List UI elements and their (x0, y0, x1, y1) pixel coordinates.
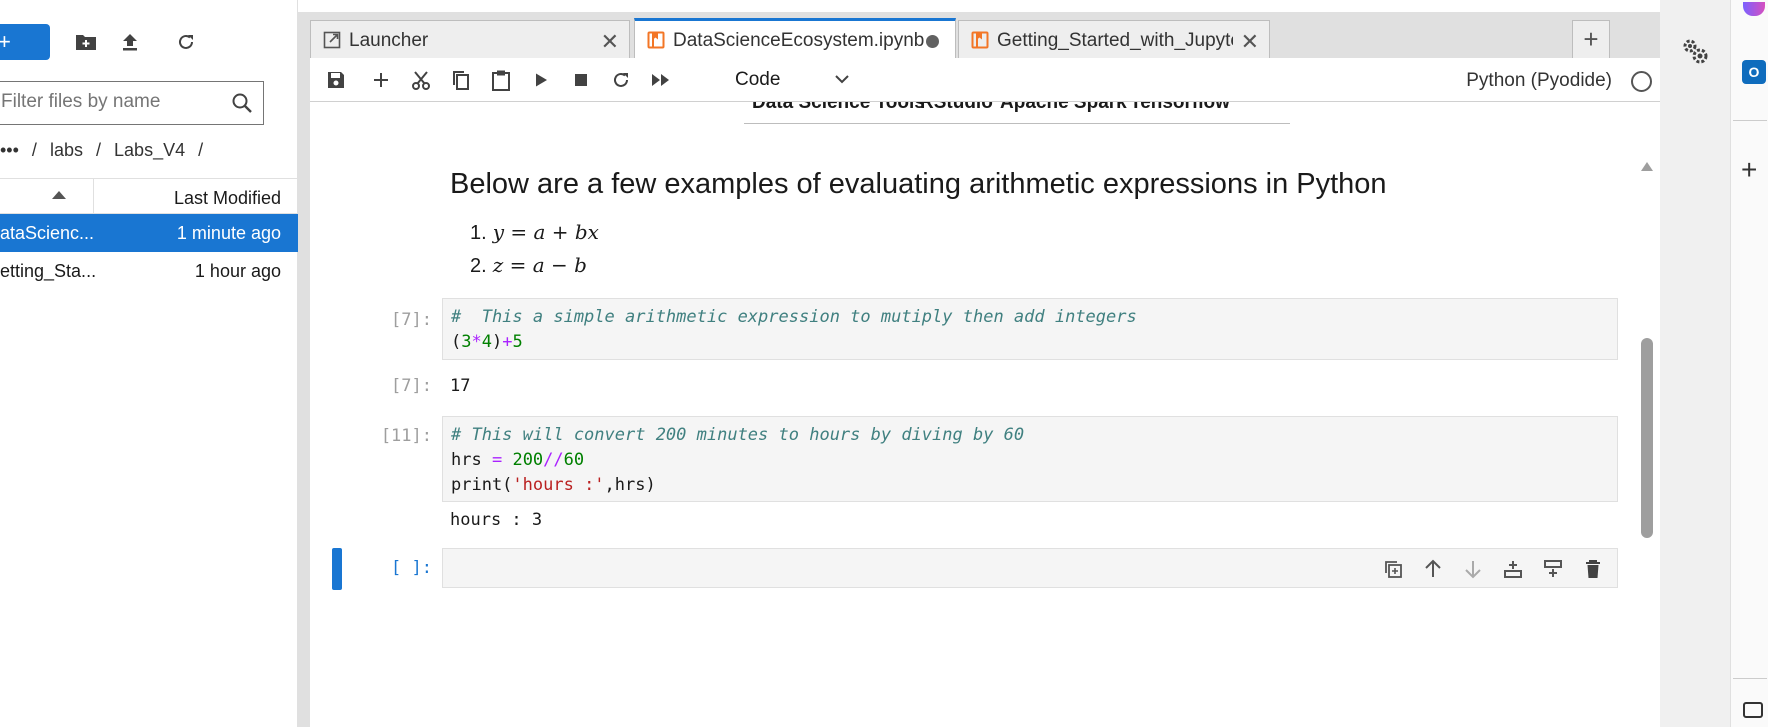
tab-label: Launcher (349, 30, 429, 51)
list-item: 1. y = a + bx (470, 220, 599, 244)
divider (1733, 678, 1767, 679)
code-comment: # This will convert 200 minutes to hours… (451, 425, 1025, 445)
file-browser-toolbar: + (0, 20, 298, 64)
code-cell[interactable]: # This a simple arithmetic expression to… (442, 298, 1618, 360)
paste-icon[interactable] (489, 68, 513, 92)
divider (1733, 120, 1767, 121)
fast-forward-icon[interactable] (649, 68, 673, 92)
output-prompt: [7]: (391, 376, 432, 396)
insert-above-icon[interactable] (1501, 557, 1525, 581)
breadcrumb-separator: / (96, 140, 102, 160)
cut-icon[interactable] (409, 68, 433, 92)
scroll-up-icon[interactable] (1641, 162, 1653, 171)
file-row-getting-started[interactable]: etting_Sta... 1 hour ago (0, 252, 298, 290)
list-item: 2. z = a − b (470, 253, 587, 277)
notebook-content: Data Science Tools RStudio Apache Spark … (310, 102, 1662, 727)
notebook-panel: Code Python (Pyodide) Data Science Tools… (310, 58, 1662, 727)
file-name: etting_Sta... (0, 261, 97, 281)
breadcrumb-separator: / (31, 140, 37, 160)
top-strip (298, 0, 1676, 12)
restart-kernel-icon[interactable] (609, 68, 633, 92)
insert-below-icon[interactable] (1541, 557, 1565, 581)
vertical-scrollbar[interactable] (1640, 162, 1654, 722)
run-icon[interactable] (529, 68, 553, 92)
tab-label: DataScienceEcosystem.ipynb (673, 30, 925, 51)
kernel-name[interactable]: Python (Pyodide) (1466, 70, 1612, 92)
markdown-table-row: Data Science Tools RStudio Apache Spark … (744, 102, 1290, 124)
tab-datascienceecosystem[interactable]: DataScienceEcosystem.ipynb (634, 18, 956, 58)
add-tab-button[interactable]: + (1572, 20, 1610, 58)
breadcrumb-separator: / (198, 140, 204, 160)
code-cell[interactable]: # This will convert 200 minutes to hours… (442, 416, 1618, 502)
input-prompt: [11]: (380, 426, 432, 446)
input-prompt: [7]: (391, 310, 432, 330)
markdown-heading: Below are a few examples of evaluating a… (450, 168, 1387, 200)
new-folder-icon[interactable] (74, 30, 98, 54)
tab-launcher[interactable]: Launcher ✕ (310, 20, 630, 58)
launcher-icon (323, 31, 341, 55)
filter-files-field[interactable] (0, 81, 264, 125)
browser-edge-sidebar: O + (1730, 0, 1768, 727)
unsaved-indicator-icon[interactable] (926, 35, 939, 48)
table-cell: RStudio (920, 102, 993, 113)
sidebar-toggle-icon[interactable] (1743, 702, 1763, 718)
cell-output: 17 (450, 376, 471, 396)
code-comment: # This a simple arithmetic expression to… (451, 307, 1137, 327)
scrollbar-thumb[interactable] (1641, 338, 1653, 538)
close-icon[interactable]: ✕ (601, 29, 619, 55)
empty-code-cell[interactable] (442, 548, 1618, 588)
cell-output: hours : 3 (450, 510, 543, 530)
file-row-datascienceecosystem[interactable]: ataScienc... 1 minute ago (0, 214, 298, 252)
file-name: ataScienc... (0, 223, 95, 243)
markdown-list: 1. y = a + bx 2. z = a − b (470, 220, 599, 286)
copy-icon[interactable] (449, 68, 473, 92)
file-modified: 1 hour ago (194, 261, 281, 281)
add-icon[interactable]: + (1741, 154, 1757, 186)
tab-label: Getting_Started_with_Jupyter (997, 30, 1233, 51)
notebook-toolbar: Code Python (Pyodide) (310, 58, 1662, 102)
column-divider[interactable] (93, 179, 94, 215)
duplicate-cell-icon[interactable] (1381, 557, 1405, 581)
upload-icon[interactable] (118, 30, 142, 54)
filter-files-input[interactable] (1, 82, 221, 122)
save-icon[interactable] (324, 68, 348, 92)
cell-type-select[interactable]: Code (735, 69, 780, 91)
copilot-icon[interactable] (1743, 2, 1765, 16)
cell-toolbar (1381, 557, 1605, 581)
chevron-down-icon[interactable] (834, 72, 850, 90)
insert-cell-icon[interactable] (369, 68, 393, 92)
file-browser: + ••• / labs / Labs_V4 / Last Modified a… (0, 0, 298, 727)
refresh-icon[interactable] (174, 30, 198, 54)
stop-icon[interactable] (569, 68, 593, 92)
kernel-status-icon (1631, 71, 1652, 92)
breadcrumb-labs[interactable]: labs (50, 140, 83, 160)
active-cell-indicator (332, 548, 342, 590)
sort-ascending-icon[interactable] (52, 191, 66, 199)
tab-bar: Launcher ✕ DataScienceEcosystem.ipynb Ge… (310, 18, 1660, 58)
table-cell: Data Science Tools (752, 102, 925, 113)
breadcrumb-labs-v4[interactable]: Labs_V4 (114, 140, 185, 160)
last-modified-column-header[interactable]: Last Modified (174, 188, 281, 209)
notebook-icon (647, 31, 665, 55)
notebook-icon (971, 31, 989, 55)
move-down-icon[interactable] (1461, 557, 1485, 581)
breadcrumb: ••• / labs / Labs_V4 / (0, 140, 211, 161)
table-cell: Tensorflow (1130, 102, 1230, 113)
breadcrumb-ellipsis[interactable]: ••• (0, 140, 19, 160)
tab-getting-started[interactable]: Getting_Started_with_Jupyter ✕ (958, 20, 1270, 58)
file-list-header: Last Modified (0, 178, 298, 215)
property-inspector-gear-icon[interactable] (1680, 36, 1710, 71)
new-launcher-button[interactable]: + (0, 24, 50, 60)
delete-cell-icon[interactable] (1581, 557, 1605, 581)
move-up-icon[interactable] (1421, 557, 1445, 581)
table-cell: Apache Spark (1000, 102, 1127, 113)
close-icon[interactable]: ✕ (1241, 29, 1259, 55)
input-prompt: [ ]: (391, 558, 432, 578)
file-modified: 1 minute ago (176, 223, 281, 243)
search-icon[interactable] (231, 92, 253, 119)
outlook-icon[interactable]: O (1742, 60, 1766, 84)
